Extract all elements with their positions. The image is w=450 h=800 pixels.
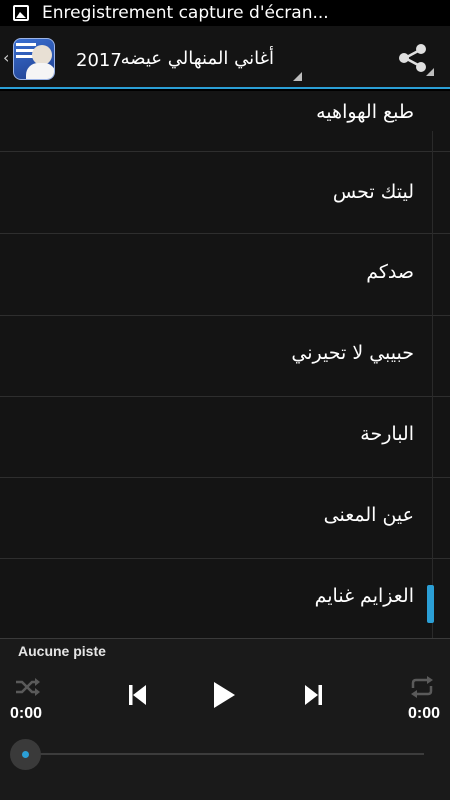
status-bar: Enregistrement capture d'écran...: [0, 0, 450, 26]
title-spinner[interactable]: 2017 أغاني المنهالي عيضه: [72, 26, 302, 89]
duration-time: 0:00: [407, 705, 440, 722]
repeat-icon: [411, 676, 433, 698]
elapsed-time: 0:00: [10, 705, 43, 722]
list-item[interactable]: طبع الهواهيه: [0, 91, 450, 152]
share-button[interactable]: [390, 36, 436, 80]
app-title: أغاني المنهالي عيضه: [120, 48, 274, 69]
list-item[interactable]: العزايم غنايم: [0, 559, 450, 638]
song-title: حبيبي لا تحيرني: [291, 342, 414, 364]
song-list[interactable]: طبع الهواهيه ليتك تحس صدكم حبيبي لا تحير…: [0, 91, 450, 638]
logo-face: [32, 45, 52, 65]
seek-bar[interactable]: [26, 753, 424, 755]
song-title: عين المعنى: [323, 504, 414, 526]
skip-next-icon: [305, 685, 322, 705]
up-chevron-icon[interactable]: ‹: [3, 48, 9, 67]
media-player: Aucune piste 0:00 0:00: [0, 638, 450, 800]
list-item[interactable]: ليتك تحس: [0, 153, 450, 234]
skip-previous-icon: [129, 685, 146, 705]
scrollbar-track: [432, 131, 433, 638]
seek-knob[interactable]: [10, 739, 41, 770]
song-title: ليتك تحس: [332, 181, 414, 203]
app-title-year: 2017: [76, 50, 122, 71]
logo-text-lines: [16, 43, 36, 46]
list-item[interactable]: حبيبي لا تحيرني: [0, 316, 450, 397]
scrollbar-thumb[interactable]: [427, 585, 434, 623]
dropdown-corner-icon: [293, 72, 302, 81]
logo-robe: [26, 63, 54, 79]
app-logo[interactable]: [13, 38, 55, 80]
song-title: صدكم: [366, 261, 414, 283]
play-icon: [214, 682, 235, 708]
screenshot-gallery-icon: [13, 5, 29, 21]
previous-button[interactable]: [122, 679, 154, 711]
song-title: طبع الهواهيه: [316, 101, 414, 123]
notification-text: Enregistrement capture d'écran...: [42, 3, 329, 23]
action-bar: ‹ 2017 أغاني المنهالي عيضه: [0, 26, 450, 89]
next-button[interactable]: [297, 679, 329, 711]
track-name: Aucune piste: [18, 643, 106, 659]
dropdown-corner-icon: [426, 68, 434, 76]
share-icon: [399, 44, 426, 72]
list-item[interactable]: صدكم: [0, 235, 450, 316]
list-item[interactable]: البارحة: [0, 397, 450, 478]
play-button[interactable]: [205, 676, 243, 714]
song-title: العزايم غنايم: [314, 585, 414, 607]
song-title: البارحة: [360, 423, 414, 445]
shuffle-icon: [16, 678, 40, 696]
shuffle-button[interactable]: [12, 675, 44, 699]
repeat-button[interactable]: [406, 675, 438, 699]
list-item[interactable]: عين المعنى: [0, 478, 450, 559]
